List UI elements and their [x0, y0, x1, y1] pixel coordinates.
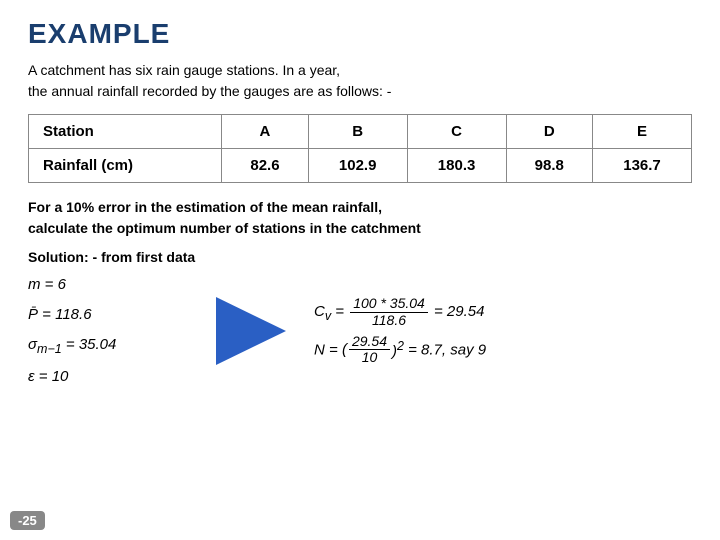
problem-line2: calculate the optimum number of stations…	[28, 220, 421, 236]
cv-fraction: 100 * 35.04 118.6	[350, 296, 428, 328]
problem-text: For a 10% error in the estimation of the…	[28, 197, 692, 239]
problem-line1: For a 10% error in the estimation of the…	[28, 199, 382, 215]
table-row: Rainfall (cm) 82.6 102.9 180.3 98.8 136.…	[29, 149, 692, 183]
val-e: 136.7	[593, 149, 692, 183]
col-a: A	[222, 115, 309, 149]
col-d: D	[506, 115, 593, 149]
slide-badge: -25	[10, 511, 45, 530]
formula-epsilon: ε = 10	[28, 365, 188, 389]
col-b: B	[308, 115, 407, 149]
formula-cv: Cv = 100 * 35.04 118.6 = 29.54	[314, 296, 534, 328]
description: A catchment has six rain gauge stations.…	[28, 60, 692, 102]
val-a: 82.6	[222, 149, 309, 183]
description-line1: A catchment has six rain gauge stations.…	[28, 62, 340, 78]
right-formulas: Cv = 100 * 35.04 118.6 = 29.54 N = ( 29.…	[314, 296, 534, 366]
col-c: C	[407, 115, 506, 149]
formula-p: P̄ = 118.6	[28, 303, 188, 327]
solution-area: m = 6 P̄ = 118.6 σm−1 = 35.04 ε = 10 Cv …	[28, 273, 692, 389]
val-c: 180.3	[407, 149, 506, 183]
page-title: EXAMPLE	[28, 18, 692, 50]
val-d: 98.8	[506, 149, 593, 183]
left-formulas: m = 6 P̄ = 118.6 σm−1 = 35.04 ε = 10	[28, 273, 188, 389]
row-label: Rainfall (cm)	[29, 149, 222, 183]
val-b: 102.9	[308, 149, 407, 183]
arrow-container	[206, 297, 296, 365]
formula-n: N = ( 29.54 10 )2 = 8.7, say 9	[314, 334, 534, 366]
col-e: E	[593, 115, 692, 149]
right-arrow-icon	[216, 297, 286, 365]
description-line2: the annual rainfall recorded by the gaug…	[28, 83, 391, 99]
n-fraction: 29.54 10	[349, 334, 390, 366]
table-header-row: Station A B C D E	[29, 115, 692, 149]
data-table: Station A B C D E Rainfall (cm) 82.6 102…	[28, 114, 692, 183]
col-station: Station	[29, 115, 222, 149]
solution-label: Solution: - from first data	[28, 249, 692, 265]
formula-m: m = 6	[28, 273, 188, 297]
formula-sigma: σm−1 = 35.04	[28, 333, 188, 359]
page-container: EXAMPLE A catchment has six rain gauge s…	[0, 0, 720, 540]
